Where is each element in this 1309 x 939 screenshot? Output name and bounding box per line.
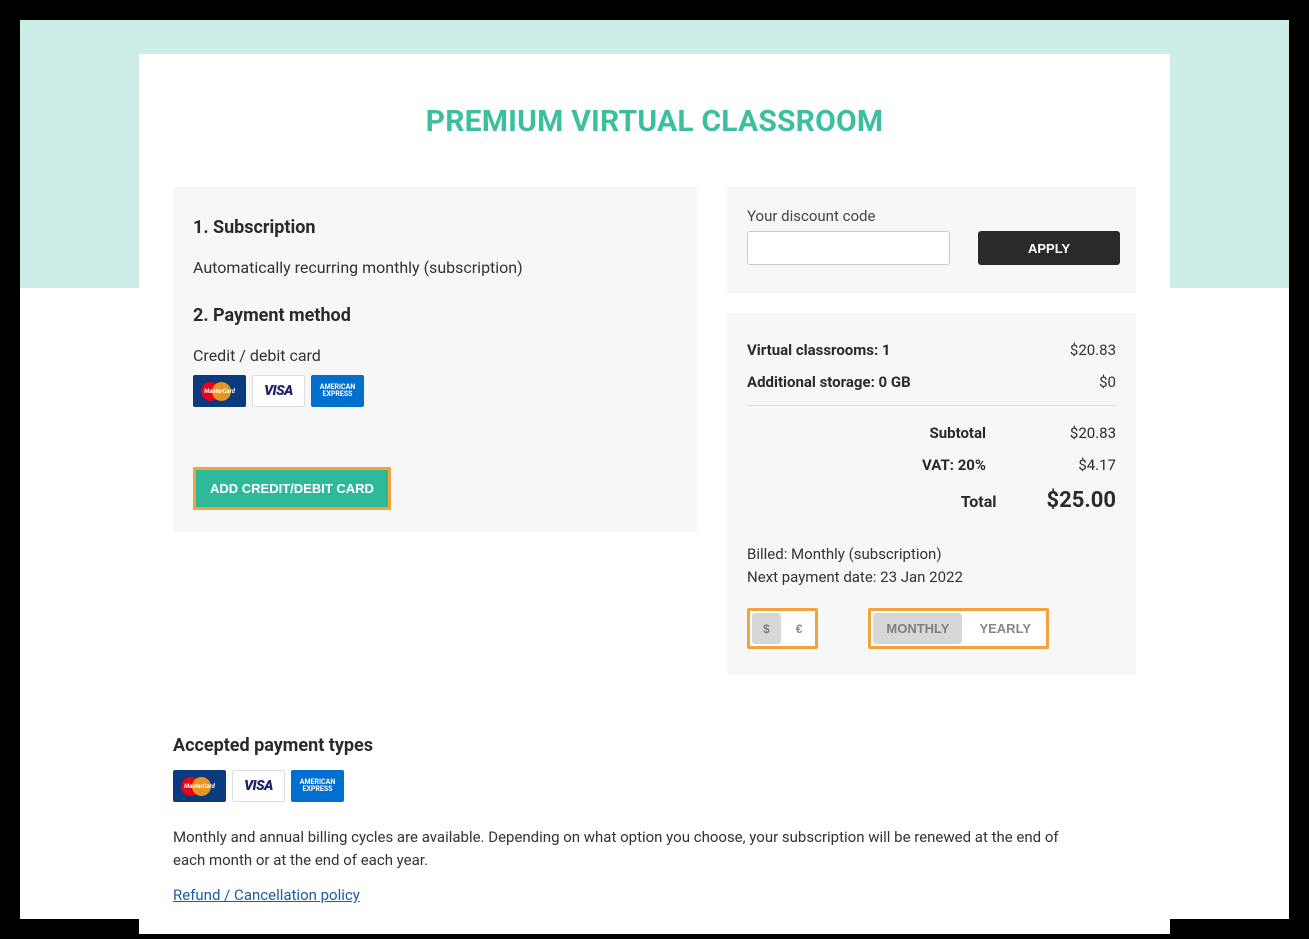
payment-method-step-title: 2. Payment method	[193, 305, 677, 326]
refund-policy-link[interactable]: Refund / Cancellation policy	[173, 886, 360, 904]
left-column: 1. Subscription Automatically recurring …	[173, 187, 697, 532]
page-background: PREMIUM VIRTUAL CLASSROOM 1. Subscriptio…	[20, 20, 1289, 919]
line-storage: Additional storage: 0 GB $0	[747, 373, 1116, 391]
add-card-highlight: ADD CREDIT/DEBIT CARD	[193, 467, 391, 510]
currency-eur-button[interactable]: €	[785, 613, 814, 644]
billing-cycle-note: Monthly and annual billing cycles are av…	[173, 826, 1093, 871]
next-payment-text: Next payment date: 23 Jan 2022	[747, 566, 1116, 589]
footer-card-logos: MasterCard VISA AMERICANEXPRESS	[173, 770, 1136, 802]
footer-section: Accepted payment types MasterCard VISA A…	[173, 735, 1136, 904]
accepted-payment-title: Accepted payment types	[173, 735, 1136, 756]
columns: 1. Subscription Automatically recurring …	[173, 187, 1136, 675]
main-card: PREMIUM VIRTUAL CLASSROOM 1. Subscriptio…	[139, 54, 1170, 934]
subtotal-line: Subtotal $20.83	[747, 424, 1116, 442]
right-column: Your discount code APPLY Virtual classro…	[727, 187, 1136, 675]
vat-label: VAT: 20%	[922, 456, 986, 474]
storage-label: Additional storage: 0 GB	[747, 373, 911, 391]
subscription-description: Automatically recurring monthly (subscri…	[193, 258, 677, 277]
discount-row: APPLY	[747, 231, 1116, 265]
apply-discount-button[interactable]: APPLY	[978, 231, 1120, 265]
classrooms-label: Virtual classrooms: 1	[747, 341, 891, 359]
order-summary-panel: Virtual classrooms: 1 $20.83 Additional …	[727, 313, 1136, 675]
classrooms-price: $20.83	[1070, 341, 1116, 359]
line-classrooms: Virtual classrooms: 1 $20.83	[747, 341, 1116, 359]
add-credit-card-button[interactable]: ADD CREDIT/DEBIT CARD	[196, 470, 388, 507]
total-label: Total	[961, 492, 997, 511]
subtotal-value: $20.83	[1056, 424, 1116, 442]
storage-price: $0	[1099, 373, 1116, 391]
billing-info: Billed: Monthly (subscription) Next paym…	[747, 543, 1116, 588]
mastercard-icon: MasterCard	[173, 770, 226, 802]
cycle-monthly-button[interactable]: MONTHLY	[873, 613, 962, 644]
summary-divider	[747, 405, 1116, 406]
visa-icon: VISA	[252, 375, 305, 407]
card-logos: MasterCard VISA AMERICANEXPRESS	[193, 375, 677, 407]
mastercard-icon: MasterCard	[193, 375, 246, 407]
total-value: $25.00	[1047, 488, 1117, 513]
amex-icon: AMERICANEXPRESS	[311, 375, 364, 407]
billing-cycle-toggle-highlight: MONTHLY YEARLY	[868, 608, 1049, 649]
discount-code-input[interactable]	[747, 231, 950, 265]
cycle-yearly-button[interactable]: YEARLY	[966, 613, 1044, 644]
billed-text: Billed: Monthly (subscription)	[747, 543, 1116, 566]
total-line: Total $25.00	[747, 488, 1116, 513]
amex-icon: AMERICANEXPRESS	[291, 770, 344, 802]
payment-method-label: Credit / debit card	[193, 346, 677, 365]
visa-icon: VISA	[232, 770, 285, 802]
page-title: PREMIUM VIRTUAL CLASSROOM	[173, 104, 1136, 139]
subtotal-label: Subtotal	[930, 424, 987, 442]
currency-usd-button[interactable]: $	[752, 613, 781, 644]
currency-toggle-highlight: $ €	[747, 608, 818, 649]
subscription-payment-panel: 1. Subscription Automatically recurring …	[173, 187, 697, 532]
subscription-step-title: 1. Subscription	[193, 217, 677, 238]
vat-value: $4.17	[1056, 456, 1116, 474]
vat-line: VAT: 20% $4.17	[747, 456, 1116, 474]
discount-panel: Your discount code APPLY	[727, 187, 1136, 293]
toggle-row: $ € MONTHLY YEARLY	[747, 608, 1116, 649]
discount-label: Your discount code	[747, 207, 1116, 225]
